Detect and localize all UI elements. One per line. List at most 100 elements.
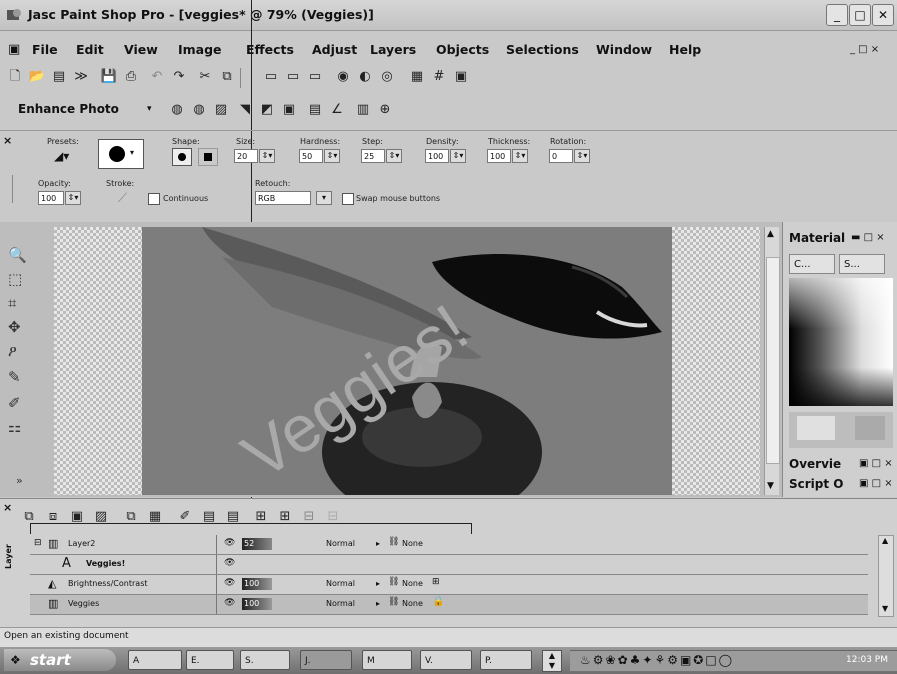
opacity-field[interactable]: 100 [38,191,64,205]
round-shape-button[interactable] [172,148,192,166]
dropper-tool-icon[interactable]: ✎ [8,368,21,386]
fade-icon[interactable]: ▣ [280,102,298,118]
task-button[interactable]: V. [420,650,472,670]
close-button[interactable]: ✕ [872,4,894,26]
menu-objects[interactable]: Objects [436,42,489,57]
layer-name[interactable]: Veggies [68,599,99,608]
menu-view[interactable]: View [124,42,158,57]
mdi-controls[interactable]: _ □ × [850,44,879,55]
layer-name[interactable]: Layer2 [68,539,95,548]
layer-name[interactable]: Brightness/Contrast [68,579,148,588]
materials-tab-swatches[interactable]: S... [839,254,885,274]
padlock-icon[interactable]: 🔒 [432,596,444,607]
scroll-up-icon[interactable]: ▲ [882,536,888,545]
image-icon[interactable]: ▨ [212,102,230,118]
scroll-down-icon[interactable]: ▼ [882,604,888,613]
close-icon[interactable]: × [3,501,12,514]
collapse-icon[interactable]: ⊟ [34,538,42,548]
step-spinner[interactable]: ⇕▾ [386,149,402,163]
zoom-tool-icon[interactable]: 🔍 [8,246,27,264]
opacity-slider[interactable]: 52 [242,538,272,550]
selection-tool-icon[interactable]: ⬚ [8,270,22,288]
scan-icon[interactable]: ≫ [72,69,90,85]
retouch-select[interactable]: RGB [255,191,311,205]
adjust-icon[interactable]: ⊞ [432,577,440,587]
eye-icon[interactable]: ◎ [378,69,396,85]
opacity-spinner[interactable]: ⇕▾ [65,191,81,205]
layer-row[interactable]: ◭ Brightness/Contrast 👁 100 Normal ▸ ⛓ N… [30,575,868,595]
size-field[interactable]: 20 [234,149,258,163]
density-field[interactable]: 100 [425,149,449,163]
red-eye-icon[interactable]: ◍ [190,102,208,118]
one-step-fix-icon[interactable]: ◍ [168,102,186,118]
stroke-icon[interactable]: ⟋ [118,191,127,206]
mask-link[interactable]: None [402,539,423,548]
maximize-button[interactable]: □ [849,4,871,26]
menu-edit[interactable]: Edit [76,42,104,57]
contrast-icon[interactable]: ◩ [258,102,276,118]
visibility-eye-icon[interactable]: 👁 [224,598,235,608]
menu-adjust[interactable]: Adjust [312,42,357,57]
blend-mode-select[interactable]: Normal [326,539,355,548]
layers-scrollbar[interactable]: ▲ ▼ [878,535,894,617]
vertical-scrollbar[interactable]: ▲ ▼ [764,227,780,495]
layers-tab[interactable]: Layer [4,529,18,569]
menu-selections[interactable]: Selections [506,42,579,57]
paste-new-icon[interactable]: ▭ [284,69,302,85]
menu-help[interactable]: Help [669,42,701,57]
hardness-field[interactable]: 50 [299,149,323,163]
enhance-photo-button[interactable]: Enhance Photo [18,102,119,116]
link-icon[interactable]: ⛓ [388,577,399,587]
scroll-up-icon[interactable]: ▲ [767,229,774,239]
hardness-spinner[interactable]: ⇕▾ [324,149,340,163]
clone-tool-icon[interactable]: ⚏ [8,418,21,436]
grid-icon[interactable]: # [430,69,448,85]
layer-row[interactable]: A Veggies! 👁 [30,555,868,575]
menu-window[interactable]: Window [596,42,652,57]
rotation-field[interactable]: 0 [549,149,573,163]
mask-link[interactable]: None [402,599,423,608]
window-icon[interactable]: ▣ [452,69,470,85]
task-button-active[interactable]: J. [300,650,352,670]
foreground-swatch[interactable] [797,416,835,440]
color-picker[interactable] [789,278,893,406]
blend-mode-select[interactable]: Normal [326,599,355,608]
layer-name[interactable]: Veggies! [86,559,125,568]
taskbar-scroll-arrows[interactable]: ▲ ▼ [542,650,562,672]
materials-controls[interactable]: ▬ □ × [851,232,885,243]
blend-mode-select[interactable]: Normal [326,579,355,588]
lock-icon[interactable]: ▸ [376,579,380,588]
visibility-eye-icon[interactable]: 👁 [224,538,235,548]
continuous-checkbox[interactable] [148,193,160,205]
density-spinner[interactable]: ⇕▾ [450,149,466,163]
overview-controls[interactable]: ▣ □ × [859,458,893,469]
brush-tip-preview[interactable]: ▾ [98,139,144,169]
size-spinner[interactable]: ⇕▾ [259,149,275,163]
save-icon[interactable]: 💾 [100,69,118,85]
angle-icon[interactable]: ∠ [328,102,346,118]
rotation-spinner[interactable]: ⇕▾ [574,149,590,163]
layer-row[interactable]: ▥ Veggies 👁 100 Normal ▸ ⛓ None 🔒 [30,595,868,615]
saturation-icon[interactable]: ▤ [306,102,324,118]
photo-icon[interactable]: ◐ [356,69,374,85]
menu-effects[interactable]: Effects [246,42,294,57]
scroll-thumb[interactable] [766,257,780,464]
background-swatch[interactable] [855,416,885,440]
color-icon[interactable]: ◉ [334,69,352,85]
move-tool-icon[interactable]: ✥ [8,318,21,336]
brush-tool-icon[interactable]: ✐ [8,394,21,412]
square-shape-button[interactable] [198,148,218,166]
palette-icon[interactable]: ▦ [408,69,426,85]
materials-tab-color[interactable]: C... [789,254,835,274]
presets-button[interactable]: ◢▾ [54,149,82,165]
open-icon[interactable]: 📂 [28,69,46,85]
image-canvas[interactable]: Veggies! [142,227,672,495]
layer-row[interactable]: ⊟ ▥ Layer2 👁 52 Normal ▸ ⛓ None [30,535,868,555]
tray-icons[interactable]: ♨⚙❀✿♣✦⚘⚙▣✪□◯ [580,653,734,667]
paste-icon[interactable]: ▭ [262,69,280,85]
task-button[interactable]: E. [186,650,234,670]
link-icon[interactable]: ⛓ [388,597,399,607]
clarify-icon[interactable]: ◥ [236,102,254,118]
menu-layers[interactable]: Layers [370,42,416,57]
visibility-eye-icon[interactable]: 👁 [224,558,235,568]
